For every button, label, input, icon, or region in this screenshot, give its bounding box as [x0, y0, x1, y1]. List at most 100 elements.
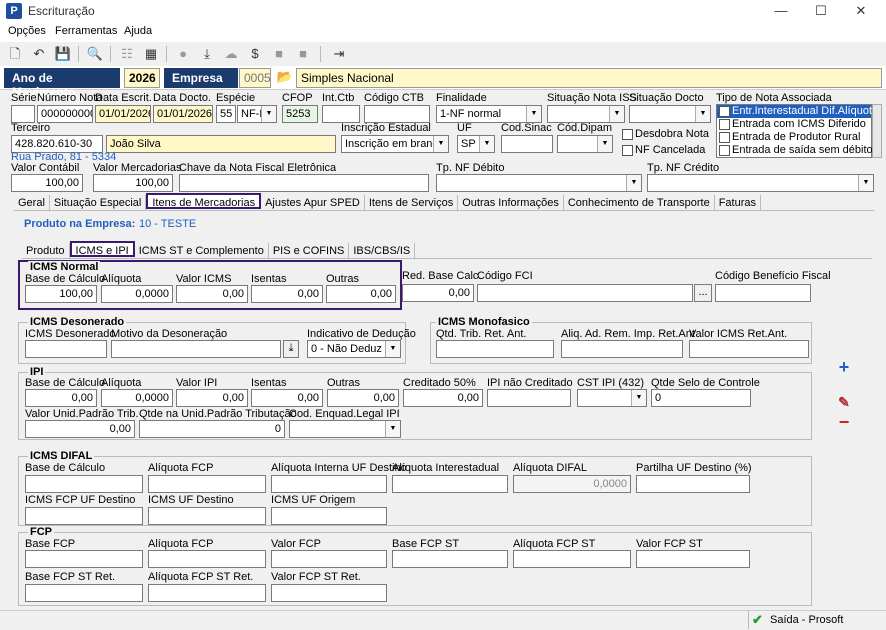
fcp-base-input[interactable]	[25, 550, 143, 568]
mono-qtd-input[interactable]	[436, 340, 554, 358]
cod-ctb-input[interactable]	[364, 105, 430, 123]
fcp-valor-input[interactable]	[271, 550, 387, 568]
tipo-nota-list[interactable]: Entr.Interestadual Dif.Alíquota Entrada …	[716, 104, 878, 158]
cfop-input[interactable]: 5253	[282, 105, 318, 123]
difal-aliq-interna-input[interactable]	[271, 475, 387, 493]
subtab-icms-ipi[interactable]: ICMS e IPI	[69, 241, 135, 257]
minimize-button[interactable]: —	[766, 2, 796, 20]
tab-conhecimento-transporte[interactable]: Conhecimento de Transporte	[564, 195, 715, 211]
tab-itens-mercadorias[interactable]: Itens de Mercadorias	[146, 193, 262, 209]
tp-credito-select[interactable]: ▼	[647, 174, 874, 192]
cod-sinac-input[interactable]	[501, 135, 553, 153]
preview-icon[interactable]: 🔍	[86, 45, 104, 63]
folder-icon[interactable]: 📂	[276, 69, 294, 87]
tab-outras-informacoes[interactable]: Outras Informações	[458, 195, 564, 211]
add-button[interactable]: +	[833, 356, 855, 378]
subtab-pis-cofins[interactable]: PIS e COFINS	[269, 243, 350, 259]
tab-ajustes-sped[interactable]: Ajustes Apur SPED	[261, 195, 365, 211]
close-button[interactable]: ✕	[846, 2, 876, 20]
exit-icon[interactable]: ⇥	[330, 45, 348, 63]
tipo-nota-item[interactable]: Entrada de Produtor Rural	[717, 131, 871, 144]
download-icon[interactable]: ⤓	[283, 340, 299, 358]
icms-valor-input[interactable]: 0,00	[176, 285, 248, 303]
menu-opcoes[interactable]: Opções	[8, 25, 46, 37]
data-docto-input[interactable]: 01/01/2026	[153, 105, 213, 123]
fcp-base-st-input[interactable]	[392, 550, 508, 568]
tab-itens-servicos[interactable]: Itens de Serviços	[365, 195, 459, 211]
menu-ajuda[interactable]: Ajuda	[124, 25, 152, 37]
chave-input[interactable]	[179, 174, 429, 192]
int-ctb-input[interactable]	[322, 105, 360, 123]
fcp-aliq-st-input[interactable]	[513, 550, 631, 568]
valor-unid-input[interactable]: 0,00	[25, 420, 135, 438]
especie-code-input[interactable]: 55	[216, 105, 236, 123]
maximize-button[interactable]: ☐	[806, 2, 836, 20]
download-icon[interactable]: ⤓	[198, 45, 216, 63]
fcp-valor-st-ret-input[interactable]	[271, 584, 387, 602]
cod-dipam-select[interactable]: ▼	[557, 135, 613, 153]
enquad-select[interactable]: ▼	[289, 420, 401, 438]
money-bag-icon[interactable]: $	[246, 45, 264, 63]
fci-input[interactable]	[477, 284, 693, 302]
uf-select[interactable]: SP ▼	[457, 135, 495, 153]
checkbox[interactable]	[719, 144, 730, 156]
icms-base-input[interactable]: 100,00	[25, 285, 97, 303]
ipi-base-input[interactable]: 0,00	[25, 389, 97, 407]
difal-partilha-input[interactable]	[636, 475, 750, 493]
ipi-valor-input[interactable]: 0,00	[176, 389, 248, 407]
difal-icms-uf-dest-input[interactable]	[148, 507, 266, 525]
tab-geral[interactable]: Geral	[14, 195, 50, 211]
red-base-input[interactable]: 0,00	[402, 284, 474, 302]
apple-icon[interactable]: ●	[174, 45, 192, 63]
numero-input[interactable]: 0000000001	[37, 105, 93, 123]
difal-icms-uf-orig-input[interactable]	[271, 507, 387, 525]
save-icon[interactable]: 💾	[54, 45, 72, 63]
data-escrit-input[interactable]: 01/01/2026	[95, 105, 151, 123]
ipi-outras-input[interactable]: 0,00	[327, 389, 399, 407]
square-icon[interactable]: ■	[270, 45, 288, 63]
icms-aliquota-input[interactable]: 0,0000	[101, 285, 173, 303]
checkbox[interactable]	[719, 131, 730, 143]
tp-debito-select[interactable]: ▼	[436, 174, 642, 192]
square-icon-2[interactable]: ■	[294, 45, 312, 63]
empresa-code-input[interactable]: 0005	[239, 68, 271, 88]
edit-button[interactable]: ✎	[833, 391, 855, 413]
ipi-creditado-input[interactable]: 0,00	[403, 389, 483, 407]
subtab-produto[interactable]: Produto	[22, 243, 70, 259]
new-icon[interactable]: 🗋	[6, 45, 24, 63]
difal-aliq-fcp-input[interactable]	[148, 475, 266, 493]
valor-contabil-input[interactable]: 100,00	[11, 174, 83, 192]
remove-button[interactable]: −	[833, 411, 855, 433]
especie-select[interactable]: NF-E ▼	[237, 105, 277, 123]
difal-base-input[interactable]	[25, 475, 143, 493]
checkbox[interactable]	[622, 144, 633, 156]
indicativo-select[interactable]: 0 - Não Deduz ▼	[307, 340, 401, 358]
tipo-nota-scrollbar[interactable]	[872, 104, 882, 158]
fci-lookup-button[interactable]: ...	[694, 284, 712, 302]
sit-iss-select[interactable]: ▼	[547, 105, 625, 123]
icms-outras-input[interactable]: 0,00	[326, 285, 396, 303]
finalidade-select[interactable]: 1-NF normal ▼	[436, 105, 542, 123]
cst-ipi-select[interactable]: ▼	[577, 389, 647, 407]
ipi-aliquota-input[interactable]: 0,0000	[101, 389, 173, 407]
calculator-icon[interactable]: ▦	[142, 45, 160, 63]
ipi-isentas-input[interactable]: 0,00	[251, 389, 323, 407]
cancelada-checkbox[interactable]: NF Cancelada	[622, 144, 705, 156]
difal-fcp-uf-input[interactable]	[25, 507, 143, 525]
checkbox[interactable]	[719, 118, 730, 130]
qtde-unid-input[interactable]: 0	[139, 420, 285, 438]
motivo-input[interactable]	[111, 340, 281, 358]
tab-situacao-especial[interactable]: Situação Especial	[50, 195, 147, 211]
subtab-ibs-cbs[interactable]: IBS/CBS/IS	[349, 243, 416, 259]
difal-aliq-inter-input[interactable]	[392, 475, 508, 493]
menu-ferramentas[interactable]: Ferramentas	[55, 25, 117, 37]
serie-input[interactable]	[11, 105, 35, 123]
sit-docto-select[interactable]: ▼	[629, 105, 711, 123]
ipi-nao-cred-input[interactable]	[487, 389, 571, 407]
desdobra-checkbox[interactable]: Desdobra Nota	[622, 128, 709, 140]
cloud-icon[interactable]: ☁	[222, 45, 240, 63]
mono-aliq-input[interactable]	[561, 340, 683, 358]
selo-input[interactable]: 0	[651, 389, 751, 407]
tab-faturas[interactable]: Faturas	[715, 195, 761, 211]
icms-isentas-input[interactable]: 0,00	[251, 285, 323, 303]
